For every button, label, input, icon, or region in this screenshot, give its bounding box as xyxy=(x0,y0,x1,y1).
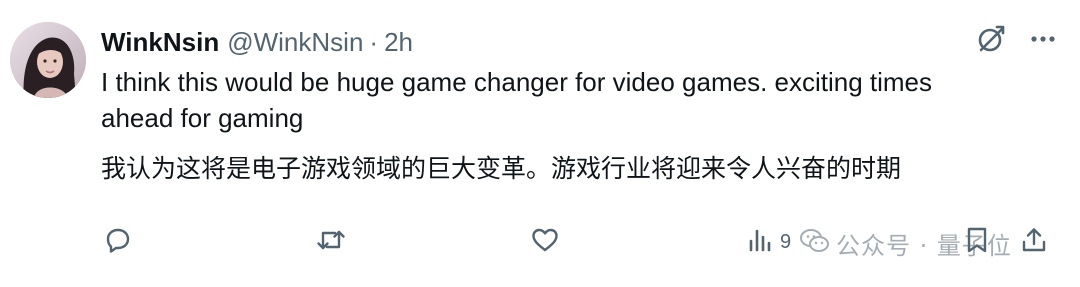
watermark-text: 公众号 · 量子位 xyxy=(836,231,1012,260)
reply-icon xyxy=(104,226,132,258)
like-button[interactable] xyxy=(530,222,566,262)
separator-dot: · xyxy=(369,26,379,57)
watermark: 公众号 · 量子位 xyxy=(800,226,1012,260)
avatar-image xyxy=(10,22,86,98)
views-icon xyxy=(746,226,774,258)
timestamp[interactable]: 2h xyxy=(384,27,413,58)
grok-icon[interactable] xyxy=(976,24,1006,54)
retweet-icon xyxy=(316,226,346,258)
tweet-text-chinese: 我认为这将是电子游戏领域的巨大变革。游戏行业将迎来令人兴奋的时期 xyxy=(101,154,902,183)
user-handle[interactable]: @WinkNsin xyxy=(227,27,363,58)
retweet-button[interactable] xyxy=(316,222,352,262)
share-icon xyxy=(1020,226,1048,258)
tweet-text-english: I think this would be huge game changer … xyxy=(101,67,933,133)
more-icon[interactable] xyxy=(1028,24,1058,54)
tweet-header: WinkNsin @WinkNsin · 2h xyxy=(101,25,413,59)
avatar[interactable] xyxy=(10,22,86,98)
like-icon xyxy=(530,226,560,258)
views-button[interactable]: 9 xyxy=(746,222,791,262)
tweet-card[interactable]: WinkNsin @WinkNsin · 2h I think this wou… xyxy=(0,0,1080,287)
wechat-icon xyxy=(800,228,830,258)
views-count: 9 xyxy=(780,230,792,253)
share-button[interactable] xyxy=(1020,222,1048,262)
reply-button[interactable] xyxy=(104,222,138,262)
top-right-actions xyxy=(976,24,1058,54)
display-name[interactable]: WinkNsin xyxy=(101,27,219,58)
